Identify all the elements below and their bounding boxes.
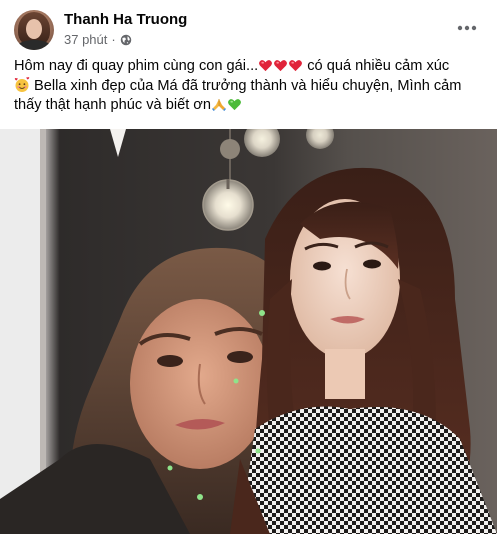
caption-line-2: Bella xinh đẹp của Má đã trưởng thành và… bbox=[14, 76, 484, 97]
post-caption: Hôm nay đi quay phim cùng con gái... có … bbox=[14, 57, 484, 116]
caption-text-3: thấy thật hạnh phúc và biết ơn bbox=[14, 97, 211, 113]
green-heart-icon bbox=[228, 99, 241, 111]
post-photo[interactable] bbox=[0, 129, 497, 534]
smiling-face-with-hearts-icon bbox=[14, 76, 30, 92]
post-header: Thanh Ha Truong 37 phút · bbox=[14, 8, 487, 52]
post-meta: 37 phút · bbox=[64, 32, 132, 47]
caption-line-1: Hôm nay đi quay phim cùng con gái... có … bbox=[14, 57, 484, 77]
heart-icon bbox=[259, 60, 273, 72]
more-options-button[interactable] bbox=[453, 14, 481, 42]
post-time[interactable]: 37 phút bbox=[64, 32, 107, 47]
caption-text-1b: có quá nhiều cảm xúc bbox=[303, 58, 450, 74]
heart-icon bbox=[274, 60, 288, 72]
caption-text-2: Bella xinh đẹp của Má đã trưởng thành và… bbox=[30, 77, 462, 94]
globe-icon bbox=[120, 34, 131, 45]
avatar[interactable] bbox=[14, 10, 54, 50]
heart-icon bbox=[289, 60, 303, 72]
caption-line-3: thấy thật hạnh phúc và biết ơn bbox=[14, 96, 484, 116]
folded-hands-icon bbox=[212, 99, 226, 111]
meta-separator: · bbox=[111, 32, 116, 47]
author-name[interactable]: Thanh Ha Truong bbox=[64, 11, 187, 28]
photo-mother-daughter bbox=[0, 129, 497, 534]
caption-text-1: Hôm nay đi quay phim cùng con gái... bbox=[14, 58, 259, 74]
more-horizontal-icon bbox=[457, 25, 477, 31]
facebook-post: Thanh Ha Truong 37 phút · Hôm nay đi qua… bbox=[0, 0, 497, 534]
